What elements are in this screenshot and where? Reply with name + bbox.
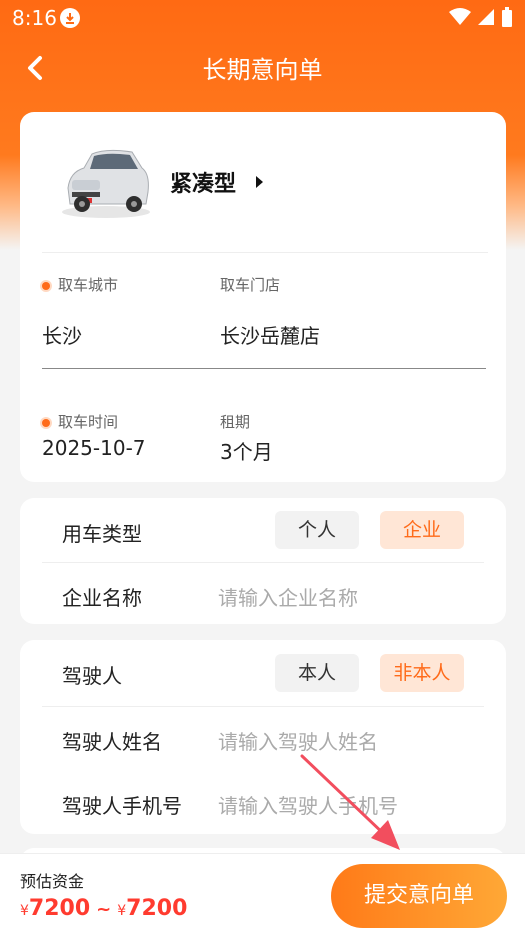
divider [42, 562, 484, 563]
lease-term-value[interactable]: 3个月 [220, 436, 273, 465]
lease-term-label: 租期 [220, 413, 251, 431]
battery-icon [502, 7, 512, 27]
required-dot [42, 418, 50, 427]
pickup-store-label: 取车门店 [220, 276, 281, 294]
driver-self-button[interactable]: 本人 [275, 654, 359, 692]
pickup-city-label: 取车城市 [42, 274, 118, 295]
car-type-selector[interactable]: 紧凑型 [170, 166, 236, 198]
driver-other-button[interactable]: 非本人 [380, 654, 464, 692]
divider [42, 706, 484, 707]
pickup-card: 紧凑型 取车城市 取车门店 长沙 长沙岳麓店 取车时间 租期 2025-10-7… [20, 112, 506, 482]
driver-phone-label: 驾驶人手机号 [62, 794, 182, 818]
estimate-price: ¥7200 ~ ¥7200 [20, 896, 187, 921]
bottom-bar: 预估资金 ¥7200 ~ ¥7200 提交意向单 [0, 853, 525, 936]
min-price: 7200 [28, 896, 91, 921]
company-name-label: 企业名称 [62, 586, 142, 610]
company-name-input[interactable]: 请输入企业名称 [218, 582, 358, 611]
caret-right-icon [256, 176, 263, 188]
usage-type-label: 用车类型 [62, 522, 142, 546]
pickup-time-label: 取车时间 [42, 411, 118, 432]
estimate-label: 预估资金 [20, 872, 85, 891]
driver-phone-input[interactable]: 请输入驾驶人手机号 [218, 790, 398, 819]
usage-company-button[interactable]: 企业 [380, 511, 464, 549]
driver-name-input[interactable]: 请输入驾驶人姓名 [218, 726, 378, 755]
price-separator: ~ [96, 899, 112, 920]
pickup-city-value[interactable]: 长沙 [42, 320, 82, 349]
nav-bar: 长期意向单 [0, 36, 525, 96]
page-title: 长期意向单 [202, 56, 323, 84]
currency-symbol: ¥ [117, 903, 127, 919]
driver-label: 驾驶人 [62, 664, 122, 688]
driver-name-label: 驾驶人姓名 [62, 730, 162, 754]
currency-symbol: ¥ [20, 903, 29, 919]
status-bar: 8:16 [0, 0, 525, 36]
max-price: 7200 [126, 896, 188, 921]
download-icon [60, 8, 80, 28]
usage-card: 用车类型 个人 企业 企业名称 请输入企业名称 [20, 498, 506, 624]
signal-icon [478, 9, 494, 25]
driver-card: 驾驶人 本人 非本人 驾驶人姓名 请输入驾驶人姓名 驾驶人手机号 请输入驾驶人手… [20, 640, 506, 834]
submit-intent-button[interactable]: 提交意向单 [331, 864, 507, 928]
required-dot [42, 281, 50, 290]
wifi-icon [449, 8, 471, 25]
pickup-store-value[interactable]: 长沙岳麓店 [220, 320, 320, 349]
usage-personal-button[interactable]: 个人 [275, 511, 359, 549]
field-underline [42, 368, 486, 369]
status-time: 8:16 [12, 6, 57, 30]
pickup-time-value[interactable]: 2025-10-7 [42, 436, 146, 460]
divider [42, 252, 488, 253]
car-image [58, 142, 154, 222]
